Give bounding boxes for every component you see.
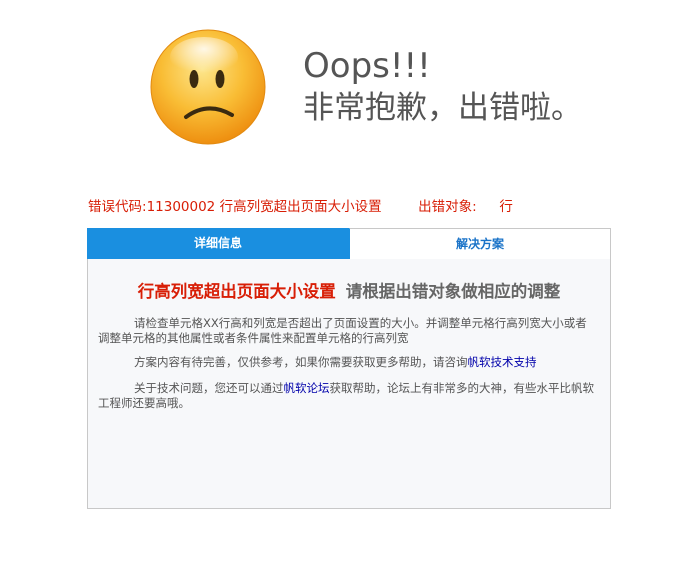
error-target-label: 出错对象:	[418, 199, 477, 215]
paragraph-3-text-before: 关于技术问题，您还可以通过	[134, 381, 284, 395]
tab-details[interactable]: 详细信息	[87, 228, 349, 259]
tech-support-link[interactable]: 帆软技术支持	[468, 355, 537, 369]
forum-link[interactable]: 帆软论坛	[284, 381, 330, 395]
solution-heading-hint: 请根据出错对象做相应的调整	[345, 282, 561, 301]
solution-heading: 行高列宽超出页面大小设置 请根据出错对象做相应的调整	[87, 278, 611, 302]
solution-paragraph-2: 方案内容有待完善，仅供参考，如果你需要获取更多帮助，请咨询帆软技术支持	[98, 355, 596, 370]
solution-paragraph-1: 请检查单元格XX行高和列宽是否超出了页面设置的大小。并调整单元格行高列宽大小或者…	[98, 316, 596, 346]
error-line: 错误代码:11300002 行高列宽超出页面大小设置 出错对象: 行	[88, 195, 513, 215]
sad-face-icon	[150, 29, 266, 145]
solution-heading-error: 行高列宽超出页面大小设置	[137, 282, 336, 301]
error-target: 行	[499, 199, 513, 215]
tab-bar: 详细信息 解决方案	[87, 228, 611, 259]
tab-solution[interactable]: 解决方案	[349, 228, 611, 259]
apology-text: 非常抱歉，出错啦。	[303, 90, 582, 126]
solution-paragraph-3: 关于技术问题，您还可以通过帆软论坛获取帮助，论坛上有非常多的大神，有些水平比帆软…	[98, 381, 596, 411]
error-code-label: 错误代码:	[88, 199, 147, 215]
oops-title: Oops!!!	[303, 46, 431, 86]
error-code: 11300002	[146, 199, 216, 215]
error-message: 行高列宽超出页面大小设置	[219, 199, 382, 215]
paragraph-1-text: 请检查单元格XX行高和列宽是否超出了页面设置的大小。并调整单元格行高列宽大小或者…	[98, 316, 587, 345]
paragraph-2-text: 方案内容有待完善，仅供参考，如果你需要获取更多帮助，请咨询	[134, 355, 468, 369]
